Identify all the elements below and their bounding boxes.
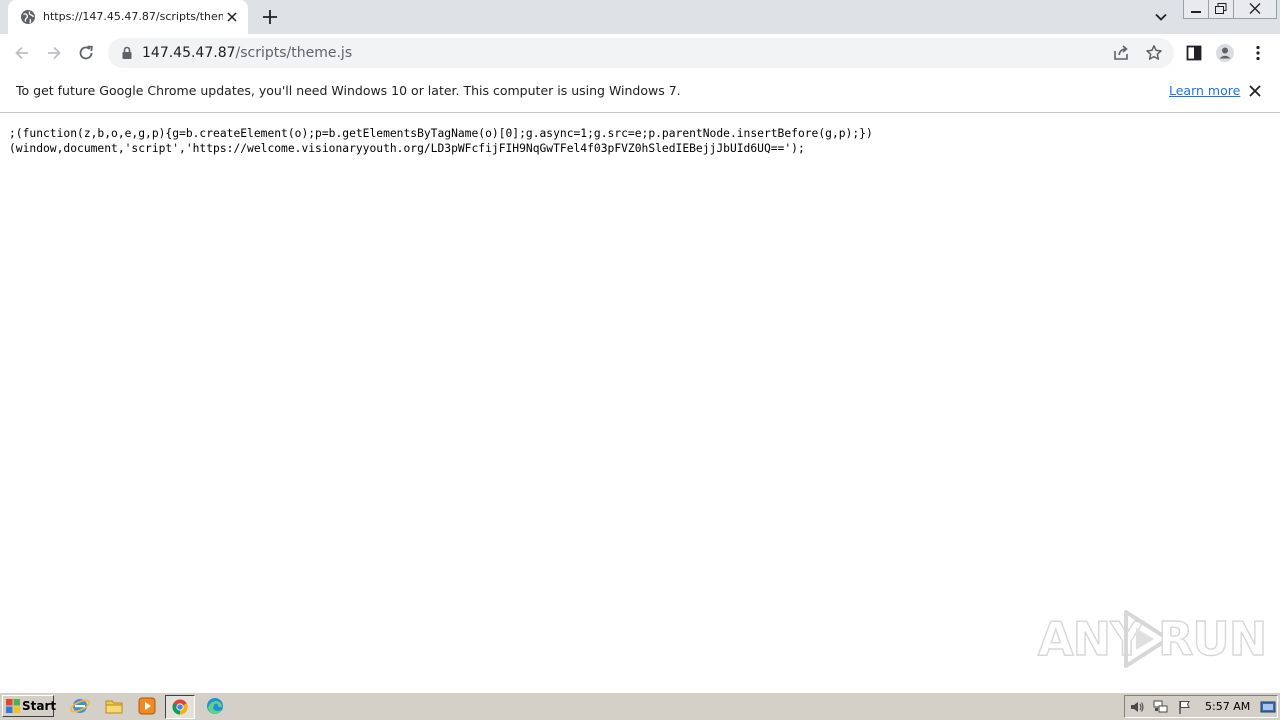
update-infobar: To get future Google Chrome updates, you…: [0, 72, 1280, 113]
tab-title: https://147.45.47.87/scripts/theme.js: [43, 10, 223, 23]
forward-arrow-icon[interactable]: [44, 43, 64, 63]
new-tab-icon[interactable]: [260, 7, 280, 27]
minimize-button[interactable]: [1183, 0, 1209, 19]
restore-icon: [1215, 3, 1227, 14]
watermark-right-text: RUN: [1157, 612, 1268, 666]
code-line: (window,document,'script','https://welco…: [9, 142, 805, 155]
volume-icon[interactable]: [1129, 699, 1145, 715]
bookmark-star-icon[interactable]: [1145, 44, 1163, 62]
chrome-icon: [172, 699, 188, 715]
minimize-icon: [1191, 11, 1201, 13]
learn-more-link[interactable]: Learn more: [1169, 72, 1240, 110]
chrome-taskbar-button[interactable]: [165, 695, 195, 719]
reload-icon[interactable]: [76, 43, 96, 63]
edge-icon[interactable]: [204, 696, 226, 716]
internet-explorer-icon[interactable]: [69, 696, 91, 716]
browser-tab[interactable]: https://147.45.47.87/scripts/theme.js: [8, 0, 248, 34]
show-desktop-icon[interactable]: [1260, 699, 1276, 715]
share-icon[interactable]: [1112, 44, 1130, 62]
script-source: ;(function(z,b,o,e,g,p){g=b.createElemen…: [9, 126, 1269, 156]
windows-logo-icon: [6, 699, 20, 713]
tab-strip: https://147.45.47.87/scripts/theme.js: [0, 0, 1280, 34]
folder-icon[interactable]: [103, 696, 125, 716]
address-bar[interactable]: 147.45.47.87/scripts/theme.js: [108, 38, 1174, 68]
url-path: /scripts/theme.js: [235, 45, 353, 61]
media-player-icon[interactable]: [136, 696, 158, 716]
start-label: Start: [22, 699, 57, 713]
network-icon[interactable]: [1153, 699, 1169, 715]
close-window-icon: [1249, 3, 1261, 14]
url-text: 147.45.47.87/scripts/theme.js: [142, 38, 352, 68]
infobar-message: To get future Google Chrome updates, you…: [16, 83, 681, 98]
system-tray: 5:57 AM: [1124, 695, 1278, 718]
globe-icon: [21, 10, 35, 24]
lock-icon[interactable]: [119, 45, 135, 61]
restore-button[interactable]: [1208, 0, 1234, 19]
close-infobar-icon[interactable]: [1247, 83, 1263, 99]
code-line: ;(function(z,b,o,e,g,p){g=b.createElemen…: [9, 127, 873, 140]
close-tab-icon[interactable]: [224, 9, 240, 25]
taskbar-clock[interactable]: 5:57 AM: [1205, 696, 1250, 717]
close-window-button[interactable]: [1233, 0, 1277, 19]
anyrun-watermark: ANY RUN: [1036, 606, 1268, 672]
start-button[interactable]: Start: [2, 695, 57, 717]
action-center-flag-icon[interactable]: [1177, 699, 1193, 715]
browser-toolbar: 147.45.47.87/scripts/theme.js: [0, 34, 1280, 73]
back-arrow-icon[interactable]: [12, 43, 32, 63]
windows-taskbar: Start 5:57 AM: [0, 692, 1280, 720]
url-host: 147.45.47.87: [142, 45, 236, 61]
side-panel-icon[interactable]: [1184, 43, 1204, 63]
tab-search-chevron-icon[interactable]: [1152, 8, 1170, 26]
kebab-menu-icon[interactable]: [1248, 43, 1268, 63]
profile-avatar-icon[interactable]: [1215, 43, 1235, 63]
